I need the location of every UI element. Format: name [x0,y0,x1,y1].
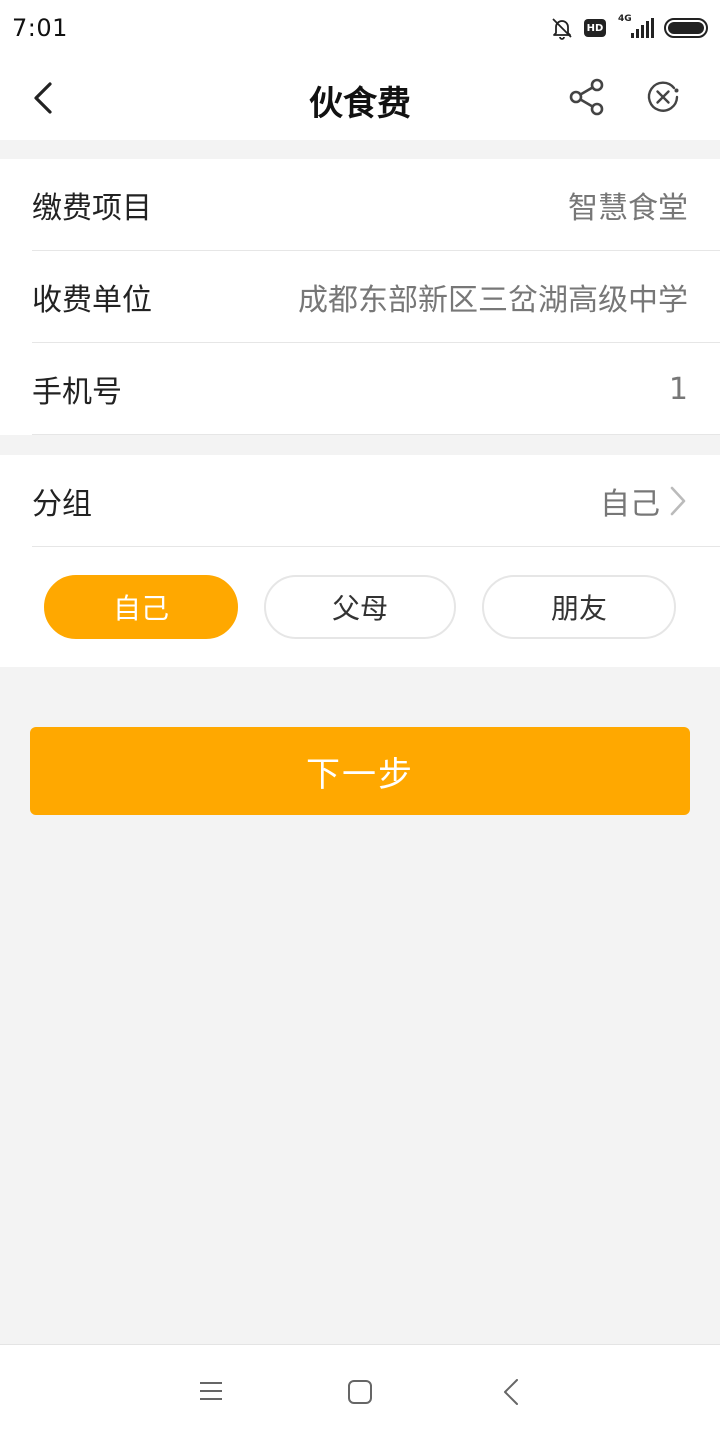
share-icon[interactable] [566,76,608,118]
info-row-item: 缴费项目 智慧食堂 [32,159,720,251]
network-label: 4G [618,14,632,24]
info-row-phone: 手机号 1 [32,343,720,435]
hd-badge: HD [584,19,606,37]
close-circle-icon[interactable] [644,78,682,116]
status-icons: HD 4G [550,14,708,40]
system-nav-bar [0,1344,720,1440]
chevron-right-icon [670,486,686,516]
chip-friends[interactable]: 朋友 [482,575,676,639]
row-value: 成都东部新区三岔湖高级中学 [298,283,688,318]
page-title: 伙食费 [309,84,411,124]
group-selected-value: 自己 [600,487,660,522]
group-label: 分组 [32,487,92,522]
group-card: 分组 自己 自己 父母 朋友 [0,455,720,667]
row-label: 缴费项目 [32,191,152,226]
nav-bar: 伙食费 [0,56,720,140]
status-time: 7:01 [12,14,68,42]
group-row[interactable]: 分组 自己 [32,455,720,547]
battery-icon [664,18,708,38]
chip-self[interactable]: 自己 [44,575,238,639]
row-label: 手机号 [32,375,122,410]
info-row-payee: 收费单位 成都东部新区三岔湖高级中学 [32,251,720,343]
home-square-icon[interactable] [347,1379,373,1405]
row-value: 智慧食堂 [568,191,688,226]
group-chips: 自己 父母 朋友 [0,547,720,667]
signal-4g-icon: 4G [616,14,654,40]
info-card: 缴费项目 智慧食堂 收费单位 成都东部新区三岔湖高级中学 手机号 1 [0,159,720,435]
next-button[interactable]: 下一步 [30,727,690,815]
menu-icon[interactable] [199,1379,223,1403]
row-value: 1 [668,371,688,407]
group-value: 自己 [600,479,688,523]
row-label: 收费单位 [32,283,152,318]
screen: 7:01 HD 4G 伙食费 缴费项目 智慧食堂 收费单位 成都东部新区三岔湖高… [0,0,720,1440]
status-bar: 7:01 HD 4G [0,0,720,56]
bell-off-icon [552,18,572,40]
back-chevron-icon[interactable] [502,1379,520,1405]
chip-parents[interactable]: 父母 [264,575,456,639]
